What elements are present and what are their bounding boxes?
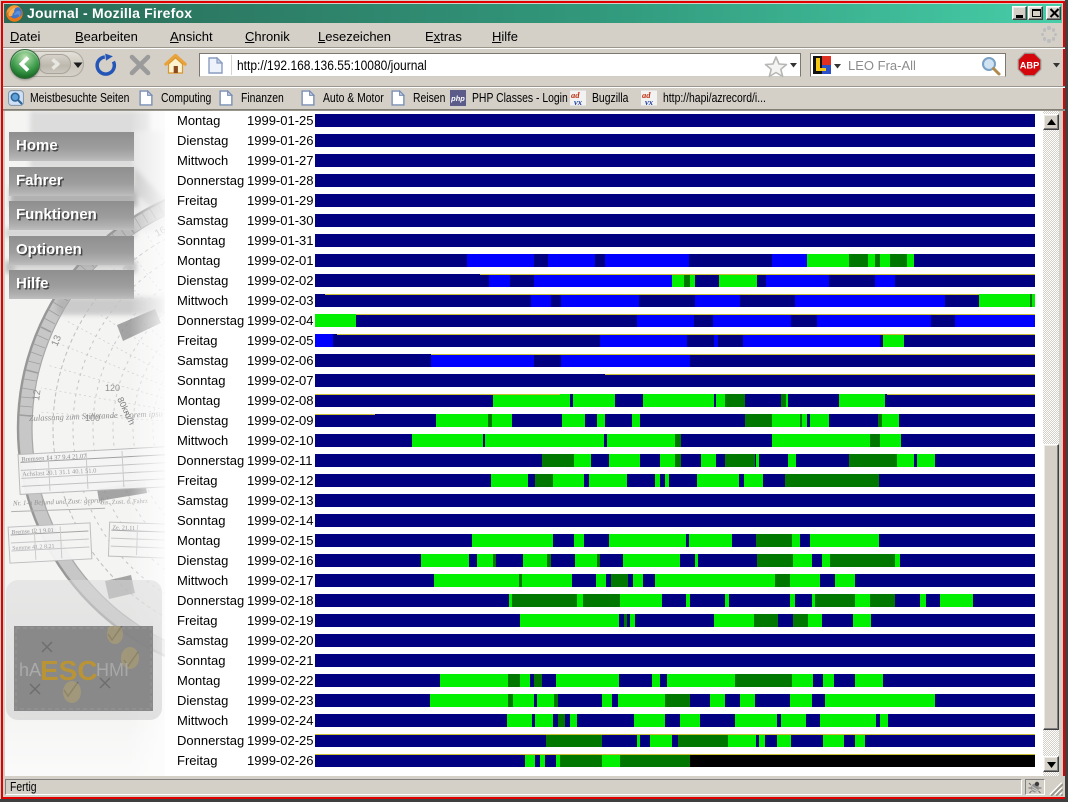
svg-text:vx: vx	[645, 97, 654, 106]
svg-text:ABP: ABP	[1020, 61, 1040, 71]
svg-text:vx: vx	[574, 97, 583, 106]
svg-text:HMI: HMI	[96, 660, 129, 680]
svg-text:php: php	[450, 94, 465, 103]
svg-text:hA: hA	[19, 660, 41, 680]
svg-text:ESC: ESC	[40, 655, 98, 686]
